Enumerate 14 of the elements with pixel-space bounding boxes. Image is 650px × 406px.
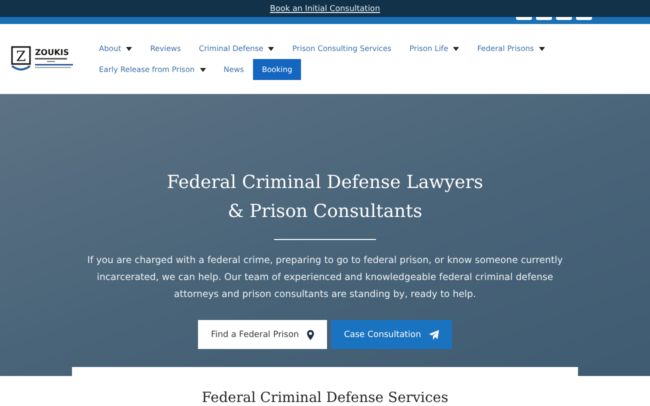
find-prison-button[interactable]: Find a Federal Prison: [198, 320, 327, 349]
map-pin-icon: [306, 330, 314, 340]
social-icon[interactable]: [516, 17, 532, 20]
send-icon: [428, 330, 439, 340]
logo-tagline-drawing: [35, 58, 75, 70]
hero-title: Federal Criminal Defense Lawyers & Prison Consultants: [166, 171, 484, 224]
social-icon[interactable]: [576, 17, 592, 20]
consultation-button[interactable]: Case Consultation: [330, 320, 452, 349]
logo-name: ZOUKIS: [35, 48, 70, 57]
consultation-link[interactable]: Book an Initial Consultation: [270, 4, 380, 13]
social-icon[interactable]: [556, 17, 572, 20]
section-heading: Federal Criminal Defense Services: [202, 390, 448, 406]
social-icon[interactable]: [536, 17, 552, 20]
hero-text: If you are charged with a federal crime, preparing to go to federal prison, or know someone currently incarcerated, we can help. Our team of experienced and knowledgeable federal criminal defense attorneys and prison consultants are standing by, ready to help.: [86, 254, 564, 302]
